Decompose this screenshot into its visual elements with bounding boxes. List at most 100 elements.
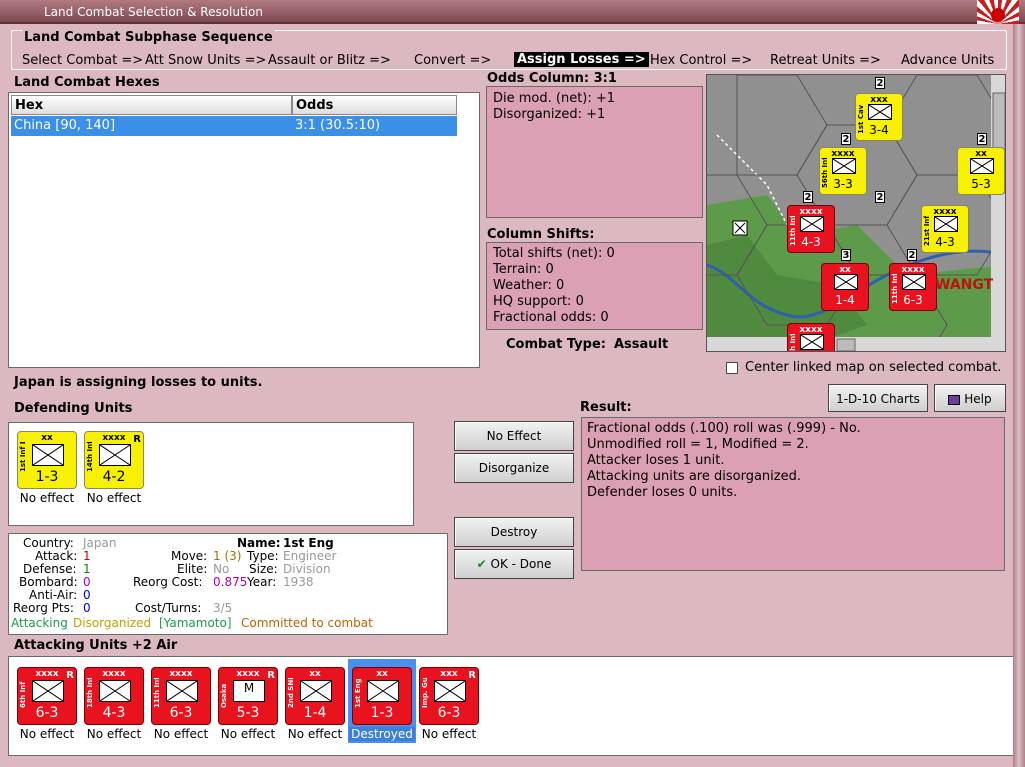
size-value: Division bbox=[283, 562, 331, 576]
unit-name: Osaka bbox=[220, 683, 228, 708]
unit-strength: 3-3 bbox=[833, 177, 853, 191]
unit-counter[interactable]: xx 2nd SNLF Div 1-4 bbox=[285, 667, 345, 725]
unit-counter[interactable]: xx 1st Inf Div 1-3 bbox=[17, 431, 77, 489]
unit-name: 1st Inf Div bbox=[19, 442, 27, 472]
attacking-units-panel: xxxx 6th Inf 6-3 R No effect xxxx 18th Inf 4-3 N… bbox=[8, 656, 1013, 756]
map-unit-counter[interactable]: xxxx18th Inf4-3 bbox=[787, 323, 835, 351]
unit-strength: 6-3 bbox=[35, 705, 59, 721]
attack-value: 1 bbox=[83, 549, 91, 563]
antiair-label: Anti-Air: bbox=[29, 588, 78, 602]
bombard-label: Bombard: bbox=[19, 575, 78, 589]
unit-type-icon bbox=[99, 444, 131, 466]
unit-type-icon bbox=[32, 680, 64, 702]
unit-type-icon bbox=[868, 104, 892, 120]
defense-value: 1 bbox=[83, 562, 91, 576]
unit-counter[interactable]: xxxx 18th Inf 4-3 bbox=[84, 667, 144, 725]
center-map-label: Center linked map on selected combat. bbox=[745, 360, 1002, 375]
step-att-snow[interactable]: Att Snow Units => bbox=[145, 53, 266, 68]
col-header-hex[interactable]: Hex bbox=[11, 95, 292, 115]
year-label: Year: bbox=[247, 575, 277, 589]
size-label: Size: bbox=[249, 562, 278, 576]
unit-strength: 6-3 bbox=[903, 293, 923, 307]
result-line: Attacker loses 1 unit. bbox=[587, 453, 725, 468]
step-assign-losses[interactable]: Assign Losses => bbox=[514, 52, 649, 67]
help-button[interactable]: Help bbox=[934, 384, 1006, 412]
unit-counter[interactable]: xxxx 14th Inf 4-2 R bbox=[84, 431, 144, 489]
step-retreat[interactable]: Retreat Units => bbox=[770, 53, 881, 68]
unit-strength: 4-2 bbox=[102, 469, 126, 485]
stack-count-badge: 2 bbox=[875, 77, 885, 89]
rising-sun-flag-icon bbox=[977, 0, 1019, 24]
unit-type-icon bbox=[970, 158, 994, 174]
col-header-odds[interactable]: Odds bbox=[292, 95, 457, 115]
disorganize-button[interactable]: Disorganize bbox=[454, 453, 574, 483]
name-label: Name: bbox=[237, 536, 281, 550]
destroy-button[interactable]: Destroy bbox=[454, 517, 574, 547]
odds-box: Die mod. (net): +1 Disorganized: +1 bbox=[486, 86, 703, 218]
unit-counter[interactable]: xxxx 11th Inf 6-3 bbox=[151, 667, 211, 725]
stack-count-badge: 3 bbox=[841, 249, 851, 261]
unit-type-icon bbox=[32, 444, 64, 466]
right-frame bbox=[1013, 24, 1025, 767]
center-map-checkbox[interactable] bbox=[726, 362, 738, 374]
elite-label: Elite: bbox=[177, 562, 208, 576]
flag-attacking: Attacking bbox=[11, 616, 68, 630]
step-advance[interactable]: Advance Units bbox=[901, 53, 994, 68]
unit-counter[interactable]: xxxx Osaka M 5-3 R bbox=[218, 667, 278, 725]
odds-title: Odds Column: 3:1 bbox=[487, 71, 617, 86]
unit-status: No effect bbox=[153, 727, 209, 741]
country-value: Japan bbox=[83, 536, 117, 550]
no-effect-button[interactable]: No Effect bbox=[454, 421, 574, 451]
step-convert[interactable]: Convert => bbox=[414, 53, 491, 68]
move-label: Move: bbox=[171, 549, 208, 563]
reorgpts-value: 0 bbox=[83, 601, 91, 615]
table-row[interactable]: China [90, 140] 3:1 (30.5:10) bbox=[11, 116, 457, 136]
map-unit-counter[interactable]: xx 5-3 bbox=[957, 147, 1005, 195]
unit-status: No effect bbox=[86, 491, 142, 505]
map-unit-counter[interactable]: xxxx 21st Inf 4-3 bbox=[921, 205, 969, 253]
unit-strength: 1-4 bbox=[303, 705, 327, 721]
unit-type-icon bbox=[800, 334, 824, 350]
combat-window: Land Combat Selection & Resolution Land … bbox=[0, 0, 1025, 767]
row-hex: China [90, 140] bbox=[14, 118, 116, 133]
unit-name: 2nd SNLF Div bbox=[287, 678, 295, 708]
map-unit-counter[interactable]: xxxx 11th Inf 6-3 bbox=[889, 263, 937, 311]
type-value: Engineer bbox=[283, 549, 337, 563]
stack-count-badge: 2 bbox=[875, 191, 885, 203]
step-assault-blitz[interactable]: Assault or Blitz => bbox=[268, 53, 391, 68]
unit-name: 1st Eng bbox=[354, 678, 362, 708]
unit-name: Imp. Guard bbox=[421, 678, 429, 708]
unit-details: Country: Japan Attack: 1 Defense: 1 Bomb… bbox=[8, 533, 448, 635]
unit-name: 18th Inf bbox=[86, 678, 94, 708]
map-unit-counter[interactable]: xxxx 11th Inf 4-3 bbox=[787, 205, 835, 253]
unit-strength: 1-4 bbox=[835, 293, 855, 307]
type-label: Type: bbox=[247, 549, 279, 563]
ok-done-button[interactable]: ✔ OK - Done bbox=[454, 549, 574, 579]
costturns-label: Cost/Turns: bbox=[135, 601, 202, 615]
charts-button[interactable]: 1-D-10 Charts bbox=[828, 384, 928, 412]
unit-counter[interactable]: xxx Imp. Guard 6-3 R bbox=[419, 667, 479, 725]
reserve-marker: R bbox=[267, 670, 275, 681]
fractional-odds: Fractional odds: 0 bbox=[493, 310, 609, 325]
step-select-combat[interactable]: Select Combat => bbox=[22, 53, 143, 68]
unit-status: No effect bbox=[19, 727, 75, 741]
step-hex-control[interactable]: Hex Control => bbox=[650, 53, 752, 68]
antiair-value: 0 bbox=[83, 588, 91, 602]
unit-counter[interactable]: xxxx 6th Inf 6-3 R bbox=[17, 667, 77, 725]
unit-type-icon bbox=[166, 680, 198, 702]
unit-type-icon bbox=[832, 158, 856, 174]
linked-map[interactable]: xxx 1st Cav 3-4 xxxx 56th Inf 3-3 xx 5-3 xxxx 11t… bbox=[706, 74, 1006, 352]
map-unit-counter[interactable]: xxxx 56th Inf 3-3 bbox=[819, 147, 867, 195]
unit-strength: 1-3 bbox=[370, 705, 394, 721]
result-box: Fractional odds (.100) roll was (.999) -… bbox=[581, 417, 1005, 571]
map-unit-counter[interactable]: xx 1-4 bbox=[821, 263, 869, 311]
assigning-message: Japan is assigning losses to units. bbox=[14, 375, 263, 390]
unit-counter[interactable]: xx 1st Eng 1-3 bbox=[352, 667, 412, 725]
combat-type-label: Combat Type: bbox=[506, 337, 606, 352]
help-book-icon bbox=[948, 394, 961, 405]
unit-type-icon bbox=[902, 274, 926, 290]
unit-type-icon bbox=[934, 216, 958, 232]
map-unit-counter[interactable]: xxx 1st Cav 3-4 bbox=[855, 93, 903, 141]
shifts-box: Total shifts (net): 0 Terrain: 0 Weather… bbox=[486, 242, 703, 330]
attacking-title: Attacking Units +2 Air bbox=[14, 638, 178, 653]
